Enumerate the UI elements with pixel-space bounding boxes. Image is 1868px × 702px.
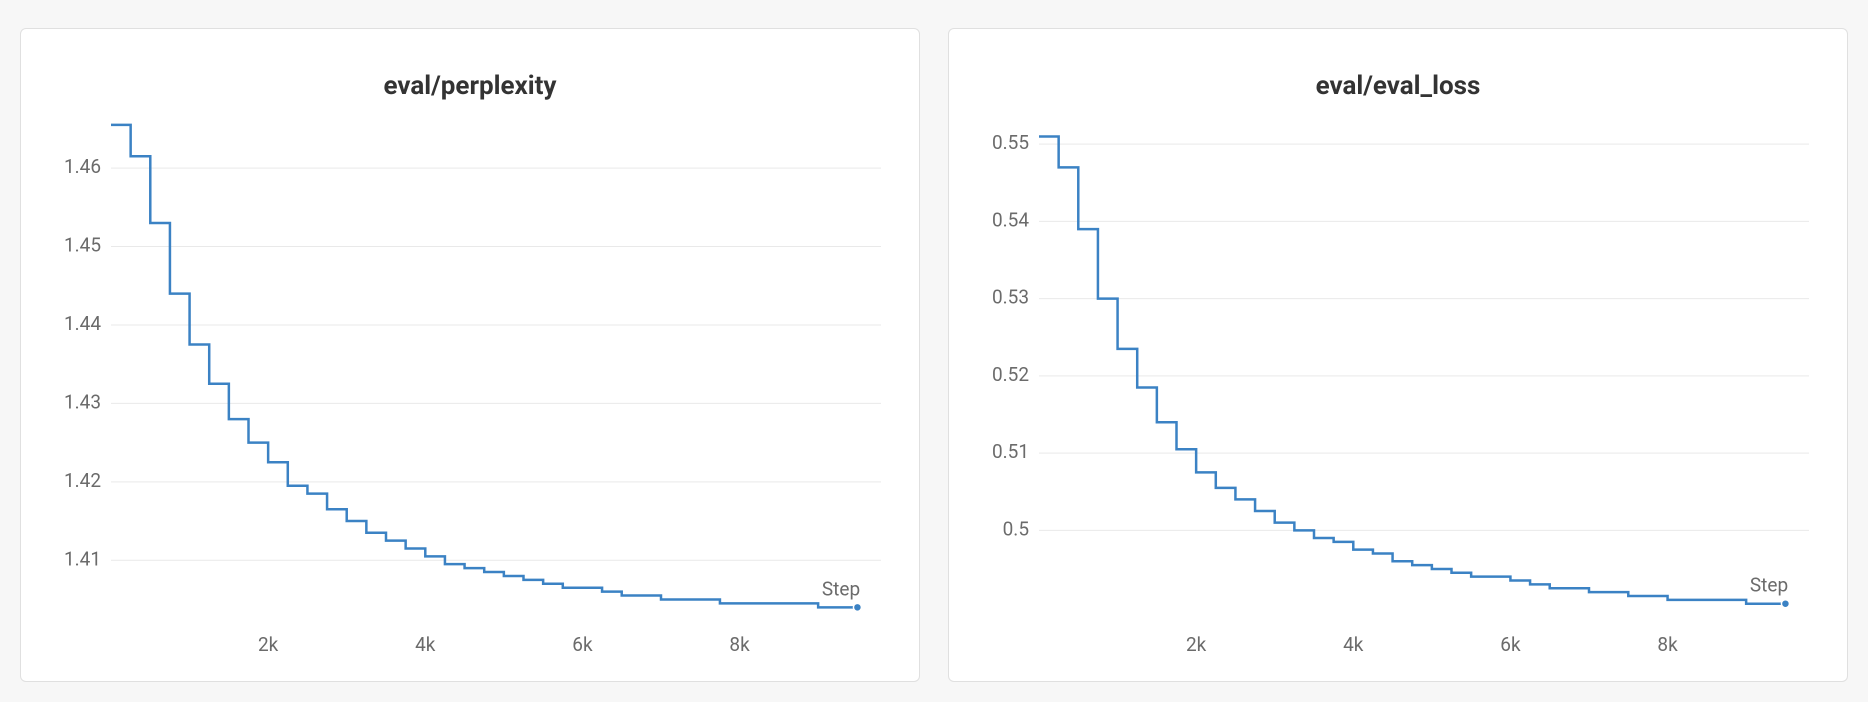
chart-area: 0.5 0.51 0.52 0.53 0.54 0.55 2k 4k 6k 8k Step: [967, 113, 1829, 669]
y-tick-label: 0.5: [1003, 517, 1029, 540]
dashboard: eval/perplexity 1.41 1.42 1.43 1.44 1.45 1.46…: [0, 0, 1868, 702]
y-tick-label: 1.43: [64, 390, 101, 413]
y-tick-label: 0.54: [992, 208, 1029, 231]
data-point-end: [853, 603, 861, 611]
y-tick-label: 1.45: [64, 234, 101, 257]
y-tick-label: 1.42: [64, 469, 101, 492]
y-tick-label: 1.46: [64, 155, 101, 178]
y-tick-label: 0.55: [992, 131, 1029, 154]
x-tick-label: 8k: [1657, 633, 1678, 656]
x-axis-label: Step: [822, 577, 860, 600]
x-tick-label: 2k: [1186, 633, 1207, 656]
x-tick-label: 4k: [415, 633, 436, 656]
chart-area: 1.41 1.42 1.43 1.44 1.45 1.46 2k 4k 6k 8k Step: [39, 113, 901, 669]
x-tick-label: 4k: [1343, 633, 1364, 656]
y-tick-label: 0.53: [992, 286, 1029, 309]
y-tick-label: 0.51: [992, 440, 1029, 463]
chart-title: eval/perplexity: [39, 71, 901, 101]
data-point-end: [1781, 600, 1789, 608]
x-tick-label: 2k: [258, 633, 279, 656]
chart-panel-eval-loss: eval/eval_loss 0.5 0.51 0.52 0.53 0.54 0.55 2k…: [948, 28, 1848, 682]
data-line: [111, 125, 857, 607]
y-tick-label: 1.44: [64, 312, 101, 335]
x-axis-label: Step: [1750, 574, 1788, 597]
chart-svg: 1.41 1.42 1.43 1.44 1.45 1.46 2k 4k 6k 8k Step: [39, 113, 901, 669]
y-tick-label: 1.41: [64, 547, 101, 570]
x-tick-label: 6k: [572, 633, 593, 656]
chart-title: eval/eval_loss: [967, 71, 1829, 101]
data-line: [1039, 136, 1785, 603]
x-tick-label: 8k: [729, 633, 750, 656]
y-tick-label: 0.52: [992, 363, 1029, 386]
x-tick-label: 6k: [1500, 633, 1521, 656]
chart-panel-perplexity: eval/perplexity 1.41 1.42 1.43 1.44 1.45 1.46…: [20, 28, 920, 682]
chart-svg: 0.5 0.51 0.52 0.53 0.54 0.55 2k 4k 6k 8k Step: [967, 113, 1829, 669]
